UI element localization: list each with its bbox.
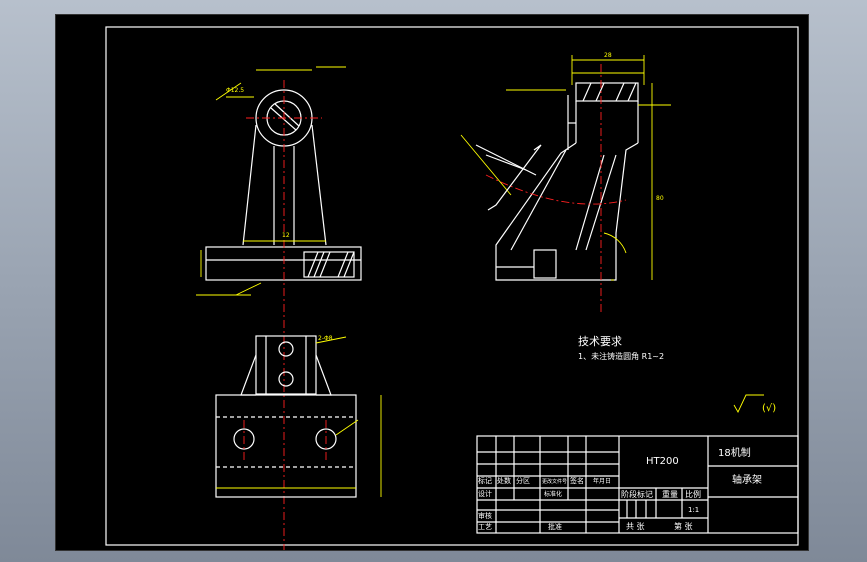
- title-block-material: HT200: [646, 456, 679, 467]
- tech-requirements-title: 技术要求: [578, 335, 622, 348]
- title-block-sheet-no: 第 张: [674, 521, 693, 531]
- title-block-col-zone: 分区: [516, 476, 530, 485]
- title-block-row-design: 设计: [478, 489, 492, 498]
- title-block-col-change-doc: 更改文件号: [542, 478, 567, 485]
- roughness-note: (√): [762, 403, 776, 414]
- title-block-weight: 重量: [662, 489, 678, 499]
- title-block-stage-mark: 阶段标记: [621, 489, 653, 499]
- dim-height-side: 80: [656, 195, 664, 202]
- title-block-part-name: 轴承架: [732, 473, 762, 486]
- title-block-scale-value: 1:1: [688, 506, 699, 514]
- roughness-symbol-icon: [733, 394, 764, 413]
- inner-border: [105, 26, 799, 546]
- title-block-row-process: 工艺: [478, 523, 492, 531]
- title-block-col-mark: 标记: [478, 476, 492, 485]
- cad-drawing[interactable]: (√) 技术要求 1、未注铸造圆角 R1~2 Φ12.5 2-Φ8 12 28 …: [56, 15, 808, 550]
- front-view: [196, 66, 362, 550]
- top-view: [215, 335, 382, 498]
- title-block-col-count: 处数: [497, 476, 511, 485]
- tech-requirements-item-1: 1、未注铸造圆角 R1~2: [578, 351, 664, 361]
- title-block-row-approve: 批准: [548, 522, 562, 531]
- title-block-sheets-total: 共 张: [626, 522, 645, 531]
- dim-hole: 2-Φ8: [318, 335, 333, 342]
- drawing-frame: (√) 技术要求 1、未注铸造圆角 R1~2 Φ12.5 2-Φ8 12 28 …: [55, 14, 809, 551]
- dim-bore: Φ12.5: [226, 87, 244, 94]
- title-block-col-date: 年月日: [593, 477, 611, 485]
- title-block-scale-label: 比例: [685, 489, 701, 499]
- title-block-row-review: 审核: [478, 511, 492, 520]
- title-block-row-std: 标准化: [544, 490, 562, 498]
- dim-width-side: 28: [604, 52, 612, 59]
- title-block-school: 18机制: [718, 446, 751, 459]
- title-block-col-sign: 签名: [570, 476, 584, 485]
- dim-width-top: 12: [282, 232, 290, 239]
- side-view: [460, 55, 671, 315]
